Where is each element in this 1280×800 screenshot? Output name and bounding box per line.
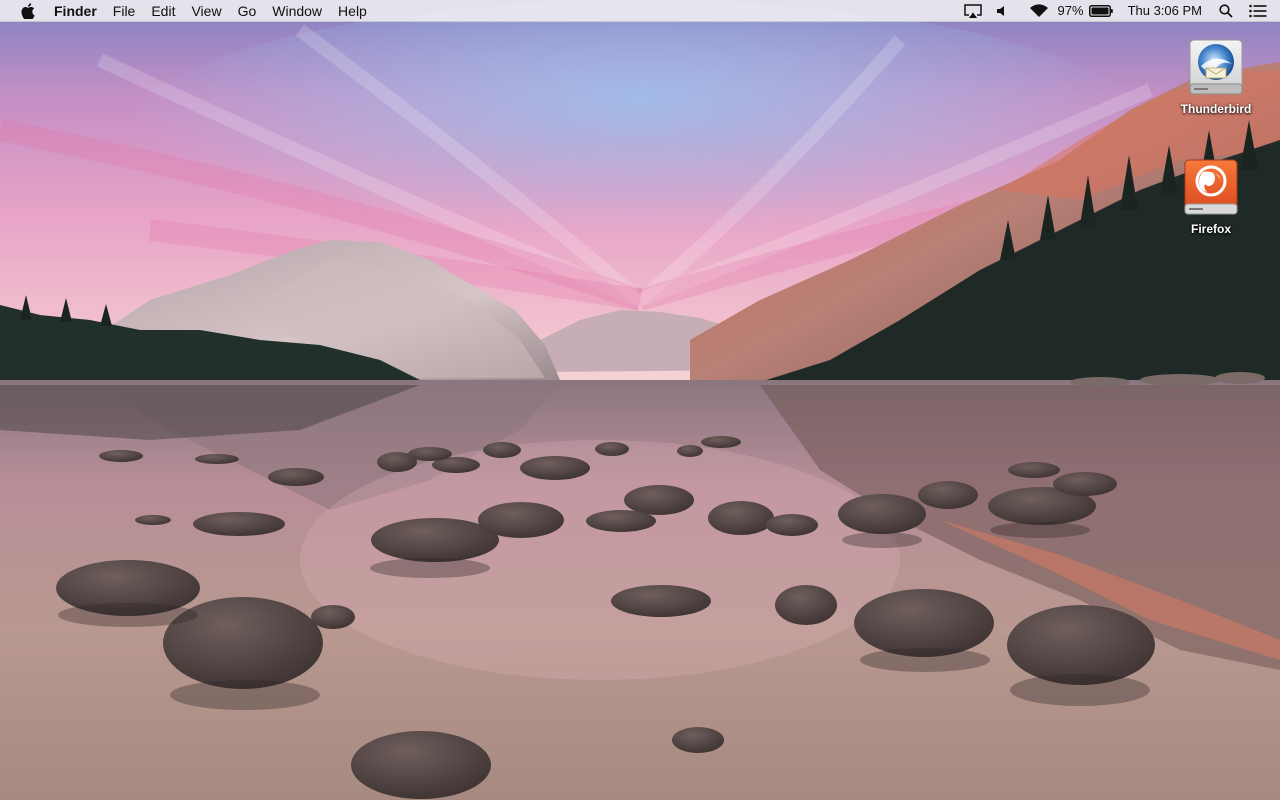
firefox-drive-icon: [1184, 159, 1238, 215]
desktop-icon-label: Firefox: [1190, 222, 1231, 236]
menu-help[interactable]: Help: [330, 0, 375, 22]
menu-file[interactable]: File: [105, 0, 144, 22]
menu-bar-clock[interactable]: Thu 3:06 PM: [1128, 0, 1202, 22]
menu-bar: Finder File Edit View Go Window Help 97%…: [0, 0, 1280, 22]
menu-bar-left: Finder File Edit View Go Window Help: [0, 0, 375, 22]
thunderbird-drive-icon: [1189, 39, 1243, 95]
desktop-icon-firefox[interactable]: Firefox: [1166, 158, 1256, 236]
app-menu-finder[interactable]: Finder: [54, 0, 105, 22]
spotlight-search-icon[interactable]: [1218, 0, 1234, 22]
menu-window[interactable]: Window: [264, 0, 330, 22]
battery-percentage[interactable]: 97%: [1058, 0, 1084, 22]
wifi-icon[interactable]: [1028, 0, 1050, 22]
desktop-wallpaper: [0, 0, 1280, 800]
menu-edit[interactable]: Edit: [143, 0, 183, 22]
menu-bar-status-area: 97% Thu 3:06 PM: [962, 0, 1280, 22]
volume-icon[interactable]: [994, 0, 1010, 22]
apple-menu-icon[interactable]: [21, 3, 35, 19]
airplay-icon[interactable]: [962, 0, 984, 22]
desktop-icon-label: Thunderbird: [1180, 102, 1252, 116]
notification-center-icon[interactable]: [1248, 0, 1268, 22]
menu-go[interactable]: Go: [230, 0, 265, 22]
menu-view[interactable]: View: [183, 0, 229, 22]
desktop-icon-thunderbird[interactable]: Thunderbird: [1171, 38, 1261, 116]
battery-icon[interactable]: [1088, 0, 1114, 22]
